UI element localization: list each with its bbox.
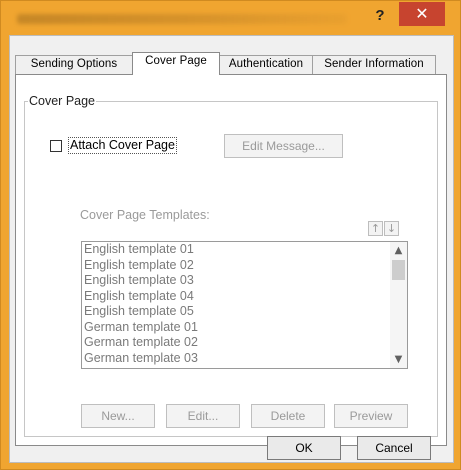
dialog-window: ? ✕ Sending Options Cover Page Authentic… xyxy=(0,0,461,470)
list-item[interactable]: German template 01 xyxy=(82,320,407,336)
scroll-thumb[interactable] xyxy=(392,260,405,280)
window-title-obscured xyxy=(17,14,347,24)
scroll-down-icon[interactable]: ▼ xyxy=(390,351,407,368)
move-down-arrow-icon[interactable]: ↓ xyxy=(384,221,399,236)
list-item[interactable]: English template 04 xyxy=(82,289,407,305)
attach-cover-page-label[interactable]: Attach Cover Page xyxy=(68,137,177,154)
delete-template-button[interactable]: Delete xyxy=(251,404,325,428)
tab-authentication[interactable]: Authentication xyxy=(219,55,313,74)
help-button[interactable]: ? xyxy=(367,5,393,27)
templates-label: Cover Page Templates: xyxy=(80,208,210,222)
tab-sending-options[interactable]: Sending Options xyxy=(15,55,133,74)
list-item[interactable]: English template 01 xyxy=(82,242,407,258)
move-up-arrow-icon[interactable]: ↑ xyxy=(368,221,383,236)
templates-listbox[interactable]: English template 01 English template 02 … xyxy=(81,241,408,369)
ok-button[interactable]: OK xyxy=(267,436,341,460)
tab-sender-information[interactable]: Sender Information xyxy=(312,55,436,74)
edit-template-button[interactable]: Edit... xyxy=(166,404,240,428)
tab-panel-cover-page: Cover Page Attach Cover Page Edit Messag… xyxy=(15,74,447,446)
close-button[interactable]: ✕ xyxy=(399,2,445,26)
new-template-button[interactable]: New... xyxy=(81,404,155,428)
list-item[interactable]: English template 03 xyxy=(82,273,407,289)
list-item[interactable]: German template 02 xyxy=(82,335,407,351)
list-item[interactable]: German template 03 xyxy=(82,351,407,367)
list-item[interactable]: English template 02 xyxy=(82,258,407,274)
dialog-client-area: Sending Options Cover Page Authenticatio… xyxy=(9,35,454,463)
scroll-up-icon[interactable]: ▲ xyxy=(390,242,407,259)
attach-cover-page-checkbox[interactable] xyxy=(50,140,62,152)
edit-message-button[interactable]: Edit Message... xyxy=(224,134,343,158)
list-item[interactable]: English template 05 xyxy=(82,304,407,320)
vertical-scrollbar[interactable]: ▲ ▼ xyxy=(390,242,407,368)
cancel-button[interactable]: Cancel xyxy=(357,436,431,460)
tab-strip: Sending Options Cover Page Authenticatio… xyxy=(15,52,451,75)
tab-cover-page[interactable]: Cover Page xyxy=(132,52,220,75)
preview-template-button[interactable]: Preview xyxy=(334,404,408,428)
group-title: Cover Page xyxy=(28,94,97,108)
cover-page-group: Cover Page Attach Cover Page Edit Messag… xyxy=(24,94,438,437)
title-bar[interactable]: ? ✕ xyxy=(1,1,461,35)
